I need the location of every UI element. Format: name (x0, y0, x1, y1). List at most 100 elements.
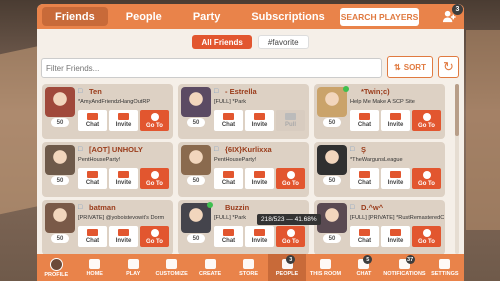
avatar[interactable] (181, 145, 211, 175)
store-icon (243, 258, 255, 269)
goto-button[interactable]: Go To (412, 110, 441, 131)
nav-customize[interactable]: CUSTOMIZE (152, 254, 190, 281)
scrollbar[interactable] (455, 84, 459, 254)
goto-button[interactable]: Go To (412, 168, 441, 189)
friend-name[interactable]: [AOT] UNHOLY (89, 145, 143, 154)
chat-button[interactable]: Chat (350, 226, 379, 247)
nav-play[interactable]: PLAY (114, 254, 152, 281)
chip-favorite[interactable]: #favorite (257, 35, 309, 49)
invite-icon (254, 229, 265, 236)
goto-button[interactable]: Go To (276, 168, 305, 189)
invite-button[interactable]: Invite (381, 110, 410, 131)
level-badge: 50 (323, 118, 341, 127)
friend-card: 50 □ {6IX}Kurlixxa PentHouseParty! Chat … (178, 142, 309, 197)
chat-button[interactable]: Chat (78, 110, 107, 131)
goto-button[interactable]: Go To (140, 168, 169, 189)
nav-home[interactable]: HOME (75, 254, 113, 281)
nav-label: PLAY (126, 270, 141, 277)
friend-name[interactable]: batman (89, 203, 116, 212)
sort-button[interactable]: ⇅ SORT (387, 56, 433, 78)
friend-name[interactable]: D.^w^ (361, 203, 383, 212)
avatar[interactable] (45, 87, 75, 117)
tab-people[interactable]: People (113, 7, 175, 26)
friend-name[interactable]: - Estrella (225, 87, 257, 96)
goto-button[interactable]: Go To (140, 226, 169, 247)
avatar[interactable] (317, 145, 347, 175)
chat-button[interactable]: Chat (350, 110, 379, 131)
friend-card: 50 *Twin;c) Help Me Make A SCP Site Chat… (314, 84, 445, 139)
chat-icon (223, 171, 234, 178)
friend-card: 50 Buzzin [FULL] *Park Chat Invite Go To (178, 200, 309, 254)
nav-chat[interactable]: CHAT 5 (345, 254, 383, 281)
avatar[interactable] (45, 203, 75, 233)
search-players-button[interactable]: SEARCH PLAYERS (340, 8, 419, 26)
nav-people[interactable]: PEOPLE 3 (267, 254, 307, 281)
friend-status: Help Me Make A SCP Site (350, 99, 415, 105)
people-panel: Friends People Party Subscriptions SEARC… (37, 4, 464, 254)
location-icon (422, 170, 431, 179)
nav-store[interactable]: STORE (229, 254, 267, 281)
goto-label: Go To (146, 238, 163, 245)
filter-friends-input[interactable] (41, 58, 382, 78)
friend-name[interactable]: Ş (361, 145, 366, 154)
refresh-button[interactable]: ↻ (438, 56, 459, 78)
goto-button[interactable]: Go To (140, 110, 169, 131)
chat-button[interactable]: Chat (350, 168, 379, 189)
friend-status: [FULL] *Park (214, 99, 247, 105)
invite-label: Invite (387, 238, 404, 244)
goto-button[interactable]: Go To (412, 226, 441, 247)
invite-button[interactable]: Invite (381, 226, 410, 247)
chat-button[interactable]: Chat (214, 168, 243, 189)
invite-icon (390, 229, 401, 236)
goto-label: Go To (418, 238, 435, 245)
scrollbar-thumb[interactable] (455, 84, 459, 136)
invite-icon (254, 171, 265, 178)
chat-button[interactable]: Chat (78, 226, 107, 247)
invite-button[interactable]: Invite (381, 168, 410, 189)
chip-all-friends[interactable]: All Friends (192, 35, 252, 49)
invite-button[interactable]: Invite (245, 110, 274, 131)
avatar[interactable] (317, 203, 347, 233)
gear-icon (439, 258, 451, 269)
avatar[interactable] (181, 87, 211, 117)
pull-button[interactable]: Pull (276, 110, 305, 131)
tab-party[interactable]: Party (180, 7, 234, 26)
tab-friends[interactable]: Friends (42, 7, 108, 26)
invite-button[interactable]: Invite (109, 110, 138, 131)
tooltip: 218/523 — 41.68% (257, 214, 321, 225)
nav-label: CUSTOMIZE (155, 270, 188, 277)
friend-name[interactable]: Buzzin (225, 203, 249, 212)
nav-notifications[interactable]: NOTIFICATIONS 37 (383, 254, 426, 281)
invite-icon (118, 113, 129, 120)
invite-icon (118, 171, 129, 178)
invite-button[interactable]: Invite (245, 168, 274, 189)
invite-button[interactable]: Invite (109, 168, 138, 189)
chat-button[interactable]: Chat (214, 110, 243, 131)
avatar[interactable] (45, 145, 75, 175)
nav-create[interactable]: CREATE (191, 254, 229, 281)
friend-name[interactable]: *Twin;c) (361, 87, 390, 96)
friend-card: 50 □ [AOT] UNHOLY PentHouseParty! Chat I… (42, 142, 173, 197)
room-icon (320, 258, 332, 269)
level-badge: 50 (323, 176, 341, 185)
nav-this-room[interactable]: THIS ROOM (306, 254, 344, 281)
add-friend-button[interactable]: 3 (440, 4, 463, 26)
chat-icon (359, 171, 370, 178)
avatar[interactable] (181, 203, 211, 233)
chat-badge: 5 (363, 255, 373, 264)
goto-button[interactable]: Go To (276, 226, 305, 247)
nav-settings[interactable]: SETTINGS (426, 254, 464, 281)
invite-button[interactable]: Invite (109, 226, 138, 247)
friend-name[interactable]: Ten (89, 87, 102, 96)
platform-icon: □ (78, 204, 83, 211)
chat-button[interactable]: Chat (214, 226, 243, 247)
location-icon (286, 170, 295, 179)
tab-subscriptions[interactable]: Subscriptions (238, 7, 337, 26)
friend-name[interactable]: {6IX}Kurlixxa (225, 145, 272, 154)
nav-profile[interactable]: PROFILE (37, 254, 75, 281)
avatar[interactable] (317, 87, 347, 117)
invite-label: Invite (115, 122, 132, 128)
nav-label: SETTINGS (431, 270, 459, 277)
invite-button[interactable]: Invite (245, 226, 274, 247)
chat-button[interactable]: Chat (78, 168, 107, 189)
